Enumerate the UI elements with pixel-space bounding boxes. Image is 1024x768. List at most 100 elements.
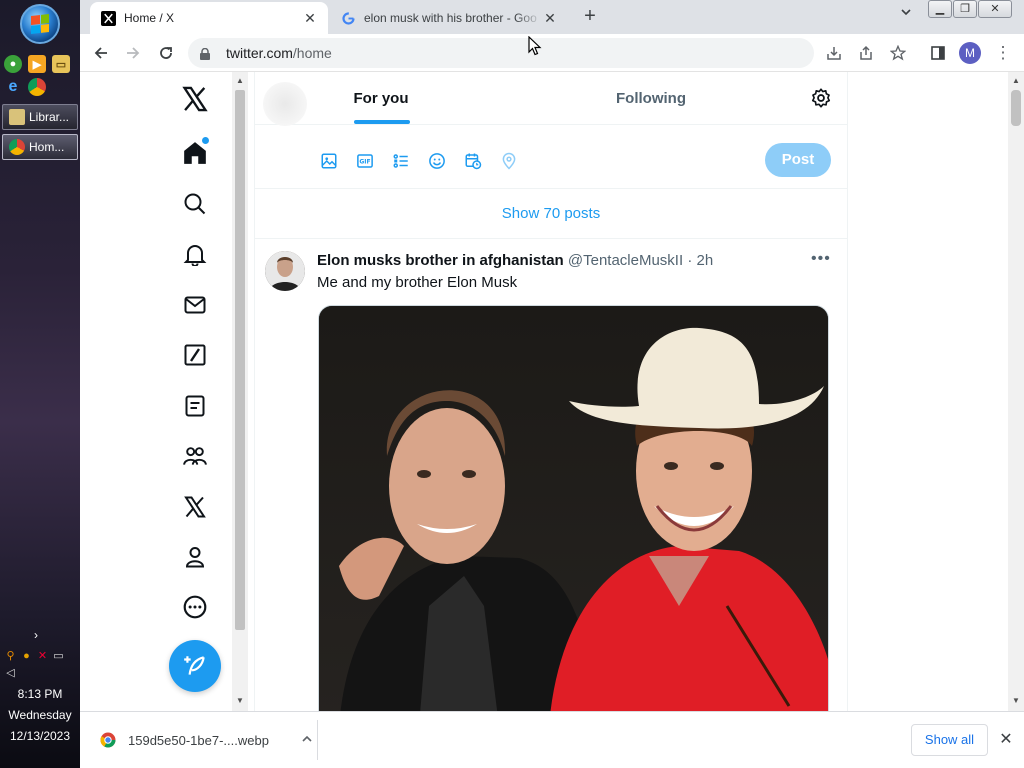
install-app-icon[interactable] — [821, 41, 847, 65]
gear-icon[interactable] — [810, 87, 832, 109]
gif-icon[interactable]: GIF — [355, 151, 375, 171]
system-clock[interactable]: 8:13 PM Wednesday 12/13/2023 — [0, 684, 80, 747]
tab-home-x[interactable]: Home / X ✕ — [90, 2, 328, 34]
bell-icon[interactable] — [177, 236, 213, 272]
taskbar-button-chrome[interactable]: Hom... — [2, 134, 78, 160]
show-all-downloads-button[interactable]: Show all — [911, 724, 988, 756]
show-new-posts-button[interactable]: Show 70 posts — [255, 189, 847, 239]
tab-close-button[interactable]: ✕ — [302, 10, 318, 27]
download-shelf: 159d5e50-1be7-....webp Show all ✕ — [80, 711, 1024, 768]
bitcoin-tray-icon[interactable]: ● — [20, 650, 33, 663]
bookmark-star-icon[interactable] — [885, 41, 911, 65]
author-name[interactable]: Elon musks brother in afghanistan — [317, 252, 564, 269]
display-tray-icon[interactable]: ▭ — [52, 650, 65, 663]
quick-launch-row-2: e — [4, 78, 46, 96]
x-logo-icon[interactable] — [177, 81, 213, 117]
tab-for-you[interactable]: For you — [345, 72, 417, 125]
emoji-icon[interactable] — [427, 151, 447, 171]
windows-taskbar: ● ▶ ▭ e Librar... Hom... › ⚲ ● ✕ ▭ ◁ 8:1… — [0, 0, 80, 768]
tab-strip: Home / X ✕ elon musk with his brother - … — [80, 0, 1024, 34]
tab-close-button[interactable]: ✕ — [542, 10, 558, 27]
post-button[interactable]: Post — [765, 143, 831, 177]
chevron-up-icon[interactable] — [297, 733, 317, 748]
tweet-photo[interactable] — [318, 305, 829, 711]
taskbar-button-library[interactable]: Librar... — [2, 104, 78, 130]
tweet-text: Me and my brother Elon Musk — [317, 274, 518, 291]
url-path: /home — [292, 45, 332, 61]
page-scrollbar[interactable]: ▲ ▼ — [1008, 72, 1024, 711]
more-circle-icon[interactable] — [177, 589, 213, 625]
network-error-icon[interactable]: ✕ — [36, 650, 49, 663]
volume-icon[interactable]: ◁ — [4, 667, 17, 680]
profile-avatar[interactable]: M — [959, 42, 981, 64]
poll-icon[interactable] — [391, 151, 411, 171]
svg-text:GIF: GIF — [359, 159, 370, 166]
address-bar[interactable]: twitter.com/home — [188, 38, 814, 68]
folder-icon[interactable]: ▭ — [52, 55, 70, 73]
url-domain: twitter.com — [226, 45, 293, 61]
lock-icon[interactable] — [200, 47, 210, 60]
avatar[interactable] — [265, 251, 305, 291]
clock-day: Wednesday — [8, 708, 72, 722]
feather-plus-icon — [184, 656, 205, 675]
tab-following[interactable]: Following — [601, 72, 701, 125]
location-icon[interactable] — [499, 151, 519, 171]
chrome-icon[interactable] — [28, 78, 46, 96]
share-icon[interactable] — [853, 41, 879, 65]
more-options-icon[interactable]: ••• — [811, 250, 831, 268]
composer-toolbar: GIF Post — [255, 125, 847, 189]
clock-time: 8:13 PM — [17, 687, 63, 701]
system-tray: › ⚲ ● ✕ ▭ ◁ — [0, 628, 80, 684]
chrome-window: Home / X ✕ elon musk with his brother - … — [80, 0, 1024, 768]
scroll-down-arrow-icon[interactable]: ▼ — [1011, 696, 1021, 705]
internet-explorer-icon[interactable]: e — [4, 78, 22, 96]
side-panel-icon[interactable] — [925, 41, 951, 65]
scroll-up-arrow-icon[interactable]: ▲ — [235, 76, 245, 85]
avatar[interactable] — [263, 82, 307, 126]
person-icon[interactable] — [177, 539, 213, 575]
scroll-down-arrow-icon[interactable]: ▼ — [235, 696, 245, 705]
schedule-icon[interactable] — [463, 151, 483, 171]
close-icon[interactable]: ✕ — [996, 728, 1016, 752]
show-hidden-icons-chevron-icon[interactable]: › — [0, 628, 80, 642]
compose-post-button[interactable] — [169, 640, 221, 692]
close-window-button[interactable]: ✕ — [978, 0, 1012, 18]
media-player-icon[interactable]: ▶ — [28, 55, 46, 73]
mail-icon[interactable] — [177, 287, 213, 323]
reload-button[interactable] — [153, 41, 179, 65]
browser-toolbar: twitter.com/home M ⋮ — [80, 34, 1024, 72]
clock-date: 12/13/2023 — [9, 729, 71, 743]
active-tab-indicator — [354, 120, 410, 124]
folder-icon — [9, 109, 25, 125]
list-icon[interactable] — [177, 388, 213, 424]
new-tab-button[interactable]: + — [578, 4, 602, 28]
page-scroll-thumb[interactable] — [1011, 90, 1021, 126]
tweet-article[interactable]: Elon musks brother in afghanistan @Tenta… — [255, 239, 847, 711]
people-icon[interactable] — [177, 438, 213, 474]
search-icon[interactable] — [177, 186, 213, 222]
windows-logo-icon — [31, 14, 49, 34]
nav-scrollbar[interactable]: ▲ ▼ — [232, 72, 248, 711]
download-item[interactable]: 159d5e50-1be7-....webp — [90, 720, 318, 760]
forward-button[interactable] — [120, 41, 146, 65]
quick-launch-app-icon[interactable]: ● — [4, 55, 22, 73]
tab-search-chevron-icon[interactable] — [894, 6, 918, 28]
chrome-menu-icon[interactable]: ⋮ — [990, 41, 1016, 65]
media-icon[interactable] — [319, 151, 339, 171]
search-tray-icon[interactable]: ⚲ — [4, 650, 17, 663]
start-button[interactable] — [20, 4, 60, 44]
mouse-cursor-icon — [528, 35, 542, 56]
chrome-file-icon — [100, 732, 116, 748]
back-button[interactable] — [88, 41, 114, 65]
timeline-header: For you Following — [255, 72, 847, 126]
slash-box-icon[interactable] — [177, 337, 213, 373]
tweet-time[interactable]: 2h — [697, 252, 714, 269]
page-viewport: ▲ ▼ For you Following GIF Post Show 70 p… — [80, 72, 1008, 711]
tab-google-search[interactable]: elon musk with his brother - Goo ✕ — [330, 2, 568, 34]
x-premium-icon[interactable] — [177, 489, 213, 525]
restore-button[interactable]: ❐ — [953, 0, 977, 18]
scroll-up-arrow-icon[interactable]: ▲ — [1011, 76, 1021, 85]
nav-scroll-thumb[interactable] — [235, 90, 245, 630]
minimize-button[interactable]: ▁ — [928, 0, 952, 18]
author-handle[interactable]: @TentacleMuskII — [568, 252, 683, 269]
